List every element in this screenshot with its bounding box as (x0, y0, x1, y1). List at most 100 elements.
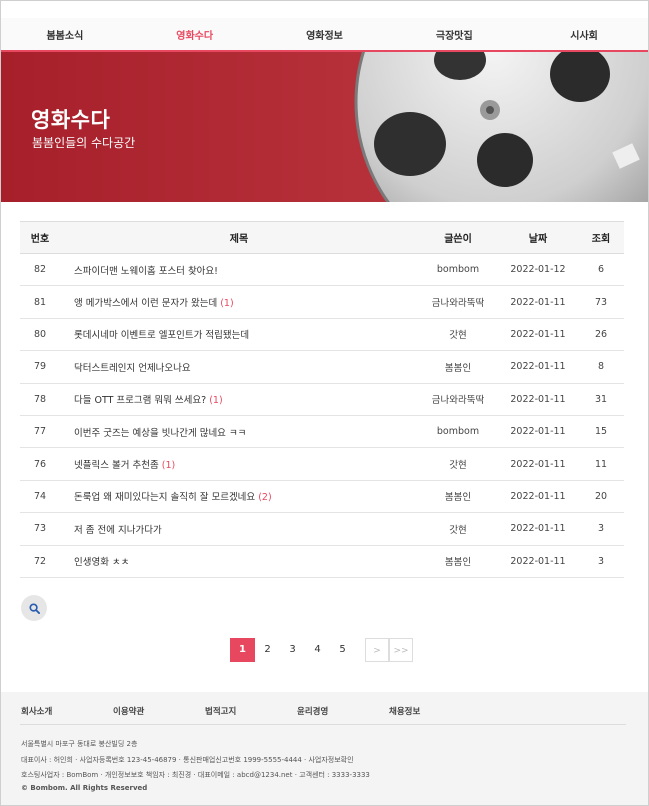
post-views: 3 (578, 512, 624, 546)
post-date: 2022-01-11 (498, 285, 578, 319)
post-title-text[interactable]: 이번주 굿즈는 예상을 빗나간게 많네요 ㅋㅋ (74, 428, 246, 439)
post-number: 78 (20, 383, 60, 416)
nav-item-movie-info[interactable]: 영화정보 (260, 27, 390, 42)
top-nav: 봄봄소식 영화수다 영화정보 극장맛집 시사회 (0, 18, 649, 52)
column-header-views: 조회 (591, 234, 611, 245)
page-link-2[interactable]: 2 (255, 638, 280, 662)
table-row[interactable]: 76 넷플릭스 볼거 추천좀 (1) 갓현 2022-01-11 11 (20, 447, 624, 481)
post-author: 금나와라뚝딱 (418, 285, 498, 319)
post-title[interactable]: 이번주 굿즈는 예상을 빗나간게 많네요 ㅋㅋ (60, 415, 418, 449)
footer-link-legal[interactable]: 법적고지 (205, 705, 297, 717)
page-link-3[interactable]: 3 (280, 638, 305, 662)
post-author: 봄봄인 (418, 350, 498, 384)
post-title-text[interactable]: 저 좀 전에 지나가다가 (74, 525, 162, 536)
comment-count: (2) (258, 492, 272, 504)
post-date: 2022-01-11 (498, 415, 578, 449)
post-views: 15 (578, 415, 624, 449)
post-title[interactable]: 저 좀 전에 지나가다가 (60, 512, 418, 546)
post-title[interactable]: 롯데시네마 이벤트로 엘포인트가 적립됐는데 (60, 318, 418, 352)
table-header-row: 번호 제목 글쓴이 날짜 조회 (20, 221, 624, 254)
table-row[interactable]: 72 인생영화 ㅊㅊ 봄봄인 2022-01-11 3 (20, 545, 624, 578)
post-number: 76 (20, 447, 60, 481)
post-title-text[interactable]: 인생영화 ㅊㅊ (74, 557, 129, 568)
post-number: 82 (20, 253, 60, 287)
post-date: 2022-01-12 (498, 253, 578, 287)
footer-link-ethics[interactable]: 윤리경영 (297, 705, 389, 717)
post-author: 갓현 (418, 447, 498, 481)
next-page-button[interactable]: > (365, 638, 389, 662)
post-number: 79 (20, 350, 60, 384)
hero-banner: 영화수다 봄봄인들의 수다공간 (0, 52, 649, 202)
post-author: 봄봄인 (418, 480, 498, 514)
post-title[interactable]: 앵 메가박스에서 이런 문자가 왔는데 (1) (60, 285, 418, 319)
footer-link-careers[interactable]: 채용정보 (389, 705, 481, 717)
footer-link-terms[interactable]: 이용약관 (113, 705, 205, 717)
post-title-text[interactable]: 앵 메가박스에서 이런 문자가 왔는데 (74, 298, 217, 309)
post-date: 2022-01-11 (498, 350, 578, 384)
post-title-text[interactable]: 넷플릭스 볼거 추천좀 (74, 460, 159, 471)
nav-item-movie-talk[interactable]: 영화수다 (130, 27, 260, 42)
search-button[interactable] (21, 595, 47, 621)
search-icon (28, 602, 40, 614)
table-row[interactable]: 77 이번주 굿즈는 예상을 빗나간게 많네요 ㅋㅋ bombom 2022-01-… (20, 415, 624, 449)
footer-company-info: 대표이사 : 허인희 · 사업자등록번호 123-45-46879 · 통신판매… (21, 756, 354, 764)
post-number: 81 (20, 285, 60, 319)
post-date: 2022-01-11 (498, 480, 578, 514)
post-number: 80 (20, 318, 60, 352)
table-row[interactable]: 80 롯데시네마 이벤트로 엘포인트가 적립됐는데 갓현 2022-01-11 26 (20, 318, 624, 352)
footer-links: 회사소개 이용약관 법적고지 윤리경영 채용정보 (21, 705, 481, 717)
table-row[interactable]: 79 닥터스트레인지 언제나오나요 봄봄인 2022-01-11 8 (20, 350, 624, 384)
post-title-text[interactable]: 롯데시네마 이벤트로 엘포인트가 적립됐는데 (74, 330, 249, 341)
page-link-1[interactable]: 1 (230, 638, 255, 662)
footer: 회사소개 이용약관 법적고지 윤리경영 채용정보 서울특별시 마포구 동대로 봉… (0, 692, 649, 806)
post-title[interactable]: 인생영화 ㅊㅊ (60, 545, 418, 578)
film-reel-image (354, 52, 649, 202)
page-link-4[interactable]: 4 (305, 638, 330, 662)
table-row[interactable]: 82 스파이더맨 노웨이홈 포스터 찾아요! bombom 2022-01-12 6 (20, 253, 624, 287)
post-title[interactable]: 넷플릭스 볼거 추천좀 (1) (60, 447, 418, 481)
table-row[interactable]: 74 돈룩업 왜 재미있다는지 솔직히 잘 모르겠네요 (2) 봄봄인 2022-01… (20, 480, 624, 514)
post-views: 20 (578, 480, 624, 514)
post-title-text[interactable]: 돈룩업 왜 재미있다는지 솔직히 잘 모르겠네요 (74, 492, 255, 503)
last-page-button[interactable]: >> (389, 638, 413, 662)
post-views: 6 (578, 253, 624, 287)
post-views: 26 (578, 318, 624, 352)
footer-link-company[interactable]: 회사소개 (21, 705, 113, 717)
post-title[interactable]: 닥터스트레인지 언제나오나요 (60, 350, 418, 384)
page-subtitle: 봄봄인들의 수다공간 (32, 136, 136, 150)
post-views: 8 (578, 350, 624, 384)
post-author: 금나와라뚝딱 (418, 383, 498, 416)
column-header-number: 번호 (30, 234, 50, 245)
post-number: 73 (20, 512, 60, 546)
post-title[interactable]: 다들 OTT 프로그램 뭐뭐 쓰세요? (1) (60, 383, 418, 416)
post-table: 번호 제목 글쓴이 날짜 조회 82 스파이더맨 노웨이홈 포스터 찾아요! bo… (20, 221, 624, 578)
table-row[interactable]: 81 앵 메가박스에서 이런 문자가 왔는데 (1) 금나와라뚝딱 2022-01-1… (20, 285, 624, 319)
page-link-5[interactable]: 5 (330, 638, 355, 662)
post-board: 번호 제목 글쓴이 날짜 조회 82 스파이더맨 노웨이홈 포스터 찾아요! bo… (20, 221, 624, 578)
post-author: bombom (418, 415, 498, 449)
nav-item-theater-food[interactable]: 극장맛집 (389, 27, 519, 42)
comment-count: (1) (161, 460, 176, 472)
post-views: 73 (578, 285, 624, 319)
post-title[interactable]: 돈룩업 왜 재미있다는지 솔직히 잘 모르겠네요 (2) (60, 480, 418, 514)
comment-count: (1) (209, 395, 223, 407)
column-header-title: 제목 (229, 234, 249, 245)
post-title-text[interactable]: 닥터스트레인지 언제나오나요 (74, 363, 191, 374)
pager-gap (355, 638, 365, 662)
footer-copyright: © Bombom. All Rights Reserved (21, 784, 148, 792)
post-author: bombom (418, 253, 498, 287)
table-row[interactable]: 78 다들 OTT 프로그램 뭐뭐 쓰세요? (1) 금나와라뚝딱 2022-01-1… (20, 383, 624, 416)
post-title-text[interactable]: 다들 OTT 프로그램 뭐뭐 쓰세요? (74, 395, 206, 406)
column-header-author: 글쓴이 (444, 234, 472, 245)
post-title[interactable]: 스파이더맨 노웨이홈 포스터 찾아요! (60, 253, 418, 287)
post-date: 2022-01-11 (498, 447, 578, 481)
post-title-text[interactable]: 스파이더맨 노웨이홈 포스터 찾아요! (74, 266, 218, 277)
table-row[interactable]: 73 저 좀 전에 지나가다가 갓현 2022-01-11 3 (20, 512, 624, 546)
post-date: 2022-01-11 (498, 545, 578, 578)
post-author: 갓현 (418, 512, 498, 546)
page-title: 영화수다 (31, 108, 111, 132)
nav-item-preview[interactable]: 시사회 (519, 27, 649, 42)
post-date: 2022-01-11 (498, 512, 578, 546)
nav-item-news[interactable]: 봄봄소식 (0, 27, 130, 42)
post-author: 봄봄인 (418, 545, 498, 578)
